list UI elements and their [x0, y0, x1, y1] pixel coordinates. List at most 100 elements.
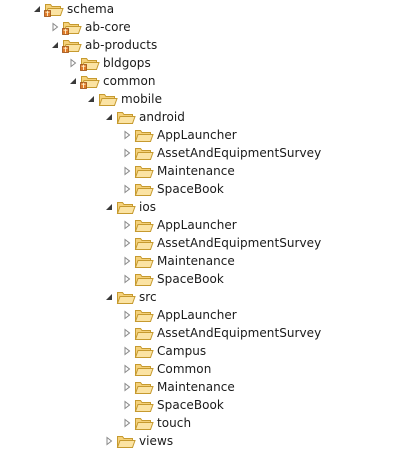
package-folder-icon — [62, 19, 82, 35]
folder-icon — [98, 91, 118, 107]
expanded-arrow-icon[interactable] — [48, 36, 62, 54]
collapsed-arrow-icon[interactable] — [102, 432, 116, 450]
tree-item-label: ab-products — [85, 38, 158, 52]
tree-item-label: AssetAndEquipmentSurvey — [157, 236, 322, 250]
collapsed-arrow-icon[interactable] — [120, 324, 134, 342]
collapsed-arrow-icon[interactable] — [120, 252, 134, 270]
tree-item-label: mobile — [121, 92, 162, 106]
folder-icon — [134, 181, 154, 197]
folder-icon — [134, 217, 154, 233]
collapsed-arrow-icon[interactable] — [48, 18, 62, 36]
collapsed-arrow-icon[interactable] — [120, 396, 134, 414]
tree-item-label: android — [139, 110, 185, 124]
tree-item[interactable]: Common — [120, 360, 211, 378]
tree-item-label: Maintenance — [157, 164, 235, 178]
tree-item[interactable]: SpaceBook — [120, 270, 224, 288]
tree-item-label: ios — [139, 200, 157, 214]
folder-icon — [116, 109, 136, 125]
tree-item[interactable]: bldgops — [66, 54, 151, 72]
collapsed-arrow-icon[interactable] — [120, 234, 134, 252]
collapsed-arrow-icon[interactable] — [120, 414, 134, 432]
folder-icon — [134, 127, 154, 143]
folder-icon — [134, 397, 154, 413]
collapsed-arrow-icon[interactable] — [120, 144, 134, 162]
tree-item-label: SpaceBook — [157, 398, 224, 412]
collapsed-arrow-icon[interactable] — [120, 360, 134, 378]
tree-item[interactable]: ios — [102, 198, 156, 216]
tree-item-label: SpaceBook — [157, 272, 224, 286]
tree-item[interactable]: mobile — [84, 90, 162, 108]
tree-item-label: SpaceBook — [157, 182, 224, 196]
collapsed-arrow-icon[interactable] — [120, 270, 134, 288]
tree-item[interactable]: Campus — [120, 342, 206, 360]
expanded-arrow-icon[interactable] — [102, 108, 116, 126]
folder-icon — [134, 163, 154, 179]
folder-icon — [134, 271, 154, 287]
folder-icon — [134, 379, 154, 395]
tree-item[interactable]: ab-products — [48, 36, 157, 54]
tree-item-label: ab-core — [85, 20, 131, 34]
collapsed-arrow-icon[interactable] — [120, 342, 134, 360]
tree-item-label: AssetAndEquipmentSurvey — [157, 146, 322, 160]
tree-item[interactable]: android — [102, 108, 185, 126]
tree-item[interactable]: AssetAndEquipmentSurvey — [120, 234, 321, 252]
tree-item-label: Campus — [157, 344, 207, 358]
tree-item[interactable]: SpaceBook — [120, 396, 224, 414]
folder-icon — [116, 433, 136, 449]
tree-item-label: Common — [157, 362, 212, 376]
tree-item[interactable]: Maintenance — [120, 378, 235, 396]
tree-item-label: AssetAndEquipmentSurvey — [157, 326, 322, 340]
tree-item[interactable]: touch — [120, 414, 191, 432]
tree-item-label: touch — [157, 416, 192, 430]
collapsed-arrow-icon[interactable] — [120, 162, 134, 180]
collapsed-arrow-icon[interactable] — [66, 54, 80, 72]
package-folder-icon — [80, 73, 100, 89]
tree-item-label: AppLauncher — [157, 218, 237, 232]
folder-icon — [134, 307, 154, 323]
tree-item[interactable]: views — [102, 432, 173, 450]
project-explorer-tree: schema ab-core ab-products bldgops common mob… — [0, 0, 406, 449]
tree-item[interactable]: AppLauncher — [120, 126, 237, 144]
folder-icon — [116, 289, 136, 305]
tree-item-label: common — [103, 74, 156, 88]
tree-item[interactable]: common — [66, 72, 156, 90]
tree-item-label: schema — [67, 2, 115, 16]
collapsed-arrow-icon[interactable] — [120, 216, 134, 234]
tree-item[interactable]: ab-core — [48, 18, 131, 36]
tree-item[interactable]: SpaceBook — [120, 180, 224, 198]
tree-item[interactable]: schema — [30, 0, 114, 18]
tree-item-label: AppLauncher — [157, 128, 237, 142]
tree-item-label: Maintenance — [157, 254, 235, 268]
package-folder-icon — [80, 55, 100, 71]
tree-item-label: src — [139, 290, 157, 304]
folder-icon — [134, 145, 154, 161]
tree-item-label: AppLauncher — [157, 308, 237, 322]
tree-item[interactable]: AssetAndEquipmentSurvey — [120, 324, 321, 342]
collapsed-arrow-icon[interactable] — [120, 180, 134, 198]
tree-item[interactable]: Maintenance — [120, 252, 235, 270]
tree-item[interactable]: AssetAndEquipmentSurvey — [120, 144, 321, 162]
collapsed-arrow-icon[interactable] — [120, 378, 134, 396]
tree-item[interactable]: src — [102, 288, 157, 306]
expanded-arrow-icon[interactable] — [30, 0, 44, 18]
folder-icon — [134, 325, 154, 341]
collapsed-arrow-icon[interactable] — [120, 126, 134, 144]
tree-item-label: Maintenance — [157, 380, 235, 394]
folder-icon — [134, 415, 154, 431]
folder-icon — [134, 235, 154, 251]
expanded-arrow-icon[interactable] — [66, 72, 80, 90]
tree-item[interactable]: Maintenance — [120, 162, 235, 180]
expanded-arrow-icon[interactable] — [102, 288, 116, 306]
package-folder-icon — [62, 37, 82, 53]
folder-icon — [134, 343, 154, 359]
collapsed-arrow-icon[interactable] — [120, 306, 134, 324]
tree-item-label: bldgops — [103, 56, 151, 70]
folder-icon — [116, 199, 136, 215]
tree-item[interactable]: AppLauncher — [120, 216, 237, 234]
tree-item[interactable]: AppLauncher — [120, 306, 237, 324]
package-folder-icon — [44, 1, 64, 17]
expanded-arrow-icon[interactable] — [84, 90, 98, 108]
expanded-arrow-icon[interactable] — [102, 198, 116, 216]
folder-icon — [134, 253, 154, 269]
folder-icon — [134, 361, 154, 377]
